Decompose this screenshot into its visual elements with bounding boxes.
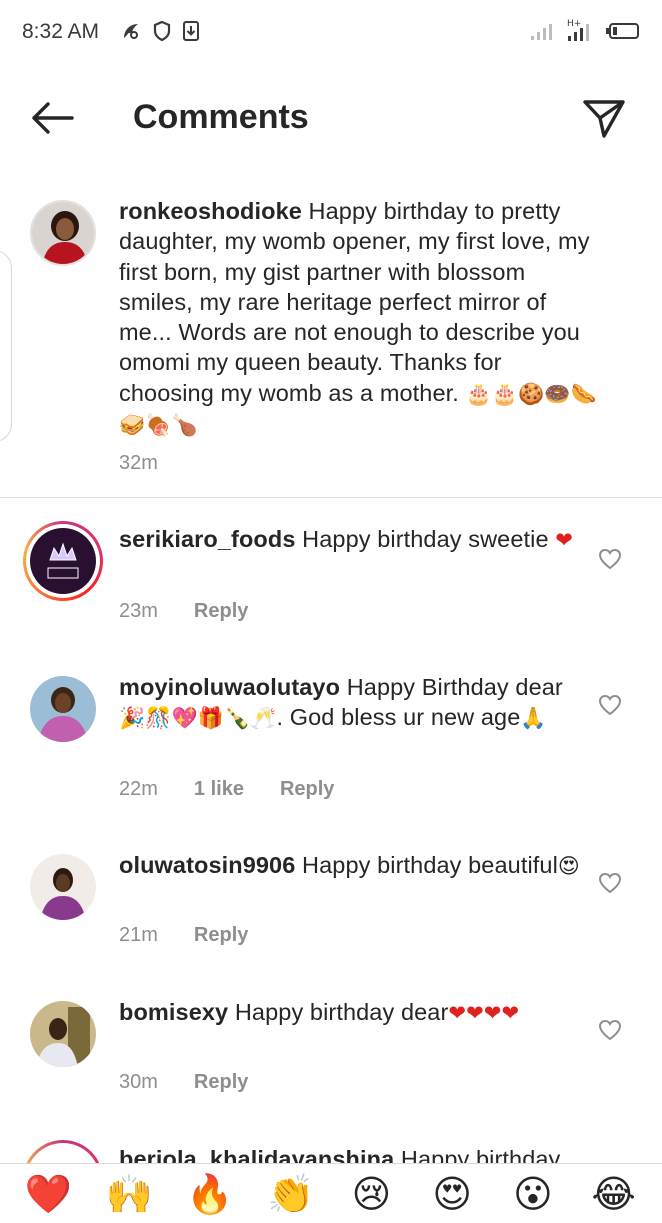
signal-h-plus-icon: H+: [567, 19, 589, 41]
caption-text: ronkeoshodioke Happy birthday to pretty …: [119, 196, 599, 440]
comment-timestamp: 23m: [119, 600, 158, 622]
emoji-laughing-button[interactable]: 😂: [584, 1164, 644, 1223]
comment-emojis: ❤❤❤❤: [448, 1001, 520, 1025]
comment-text: serikiaro_foods Happy birthday sweetie ❤: [119, 524, 589, 555]
heart-outline-icon: [598, 872, 622, 894]
avatar[interactable]: [30, 528, 96, 594]
avatar-image: [30, 854, 96, 920]
caption-meta: 32m: [119, 452, 158, 475]
story-ring[interactable]: [23, 1140, 103, 1163]
caption-timestamp: 32m: [119, 452, 158, 474]
shield-icon: [153, 20, 171, 42]
avatar-image: [30, 528, 96, 594]
avatar-image: [30, 676, 96, 742]
send-icon: [583, 100, 625, 138]
comment-body: Happy birthday: [400, 1146, 561, 1163]
heart-outline-icon: [598, 694, 622, 716]
comment-username[interactable]: serikiaro_foods: [119, 526, 296, 552]
comment-body: Happy birthday dear: [234, 999, 449, 1025]
heart-outline-icon: [598, 548, 622, 570]
share-button[interactable]: [578, 94, 630, 142]
likes-count[interactable]: 1 like: [194, 778, 244, 801]
avatar-image: [30, 1001, 96, 1067]
emoji-crying-button[interactable]: 😢: [341, 1164, 401, 1223]
emoji-quick-bar: ❤️ 🙌 🔥 👏 😢 😍 😮 😂: [0, 1163, 662, 1223]
comment-body: Happy birthday beautiful: [302, 852, 558, 878]
header: Comments: [0, 66, 662, 170]
app-notification-icon: [124, 24, 138, 39]
comment-meta: 30m Reply: [119, 1071, 248, 1094]
emoji-clap-button[interactable]: 👏: [261, 1164, 321, 1223]
comment-timestamp: 21m: [119, 924, 158, 946]
comment-username[interactable]: moyinoluwaolutayo: [119, 674, 340, 700]
download-icon: [183, 21, 199, 41]
like-button[interactable]: [596, 546, 624, 572]
heart-outline-icon: [598, 1019, 622, 1041]
reply-button[interactable]: Reply: [194, 600, 248, 623]
reply-button[interactable]: Reply: [280, 778, 334, 801]
emoji-heart-button[interactable]: ❤️: [18, 1164, 78, 1223]
comment-meta: 23m Reply: [119, 600, 248, 623]
comment-meta: 22m 1 like Reply: [119, 778, 334, 801]
comment-text: moyinoluwaolutayo Happy Birthday dear 🎉🎊💖…: [119, 672, 589, 734]
battery-icon: [606, 23, 639, 39]
comment-emojis: 🎉🎊💖🎁🍾🥂: [119, 706, 277, 731]
like-button[interactable]: [596, 870, 624, 896]
comment-text: oluwatosin9906 Happy birthday beautiful😍: [119, 850, 589, 881]
emoji-fire-button[interactable]: 🔥: [180, 1164, 240, 1223]
comment-username[interactable]: bomisexy: [119, 999, 228, 1025]
avatar[interactable]: [30, 854, 96, 920]
post-caption: ronkeoshodioke Happy birthday to pretty …: [0, 170, 662, 498]
comment-item: beriola_khalidayanshina Happy birthday: [0, 1140, 662, 1163]
like-button[interactable]: [596, 1017, 624, 1043]
comment-emojis-end: 🙏: [520, 706, 547, 731]
caption-username[interactable]: ronkeoshodioke: [119, 198, 302, 224]
comment-username[interactable]: beriola_khalidayanshina: [119, 1146, 394, 1163]
emoji-heart-eyes-button[interactable]: 😍: [422, 1164, 482, 1223]
status-system-icons: H+: [530, 18, 640, 44]
comment-meta: 21m Reply: [119, 924, 248, 947]
reply-button[interactable]: Reply: [194, 1071, 248, 1094]
reply-button[interactable]: Reply: [194, 924, 248, 947]
side-edge-tab[interactable]: [0, 250, 12, 442]
svg-text:H+: H+: [567, 19, 581, 29]
comment-body: Happy birthday sweetie: [302, 526, 549, 552]
page-title: Comments: [133, 98, 309, 136]
back-button[interactable]: [26, 96, 78, 140]
comment-text: bomisexy Happy birthday dear❤❤❤❤: [119, 997, 589, 1028]
back-arrow-icon: [32, 102, 74, 134]
comment-body: Happy Birthday dear: [346, 674, 563, 700]
status-time: 8:32 AM: [22, 20, 100, 43]
comment-timestamp: 22m: [119, 778, 158, 800]
comment-body-continued: . God bless ur new age: [276, 704, 521, 731]
emoji-surprised-button[interactable]: 😮: [503, 1164, 563, 1223]
avatar[interactable]: [30, 1001, 96, 1067]
emoji-raised-hands-button[interactable]: 🙌: [99, 1164, 159, 1223]
avatar[interactable]: [30, 676, 96, 742]
comment-text: beriola_khalidayanshina Happy birthday: [119, 1144, 589, 1163]
status-notification-icons: [120, 20, 200, 42]
avatar-image: [32, 202, 94, 264]
comment-emojis: 😍: [557, 854, 580, 878]
comment-emojis: ❤: [555, 528, 573, 552]
caption-body: Happy birthday to pretty daughter, my wo…: [119, 198, 590, 406]
comment-username[interactable]: oluwatosin9906: [119, 852, 295, 878]
signal-icon: [531, 24, 552, 40]
status-bar: 8:32 AM H+: [0, 0, 662, 66]
like-button[interactable]: [596, 692, 624, 718]
comment-timestamp: 30m: [119, 1071, 158, 1093]
avatar[interactable]: [30, 200, 96, 266]
